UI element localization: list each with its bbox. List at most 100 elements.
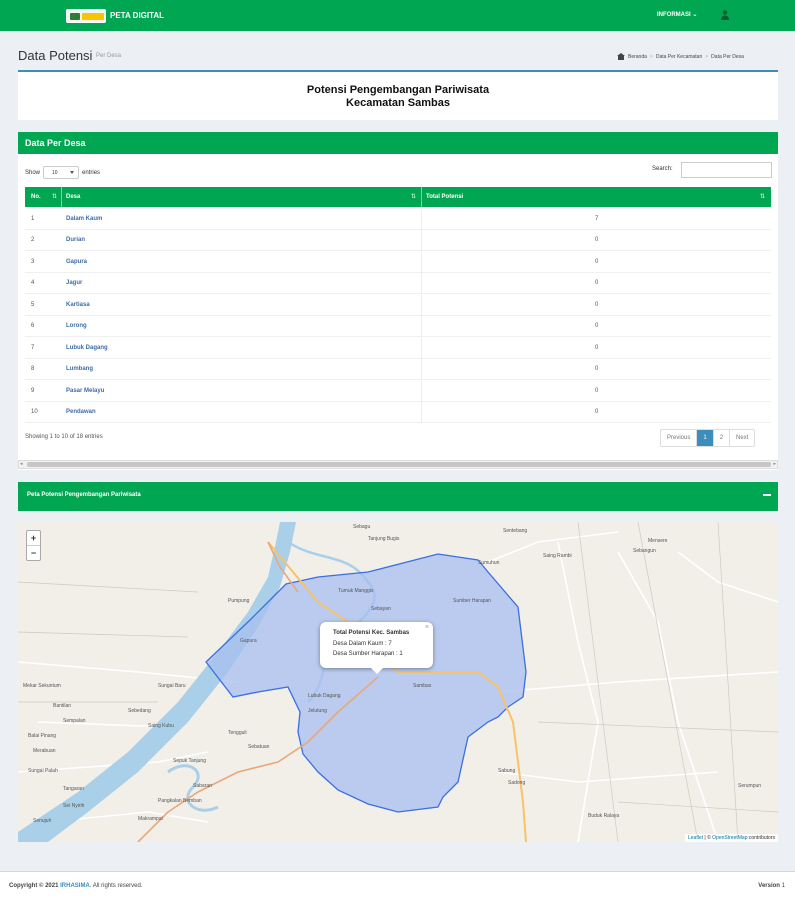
table-row: 9 Pasar Melayu 0 [25, 381, 771, 402]
page-1-button[interactable]: 1 [697, 430, 714, 446]
page-subtitle: Per Desa [96, 53, 122, 59]
map-label: Bantilan [53, 703, 71, 709]
top-navbar: PETA DIGITAL INFORMASI ⌄ [0, 0, 795, 31]
version-label: Version [758, 883, 780, 889]
total-potensi: 0 [595, 388, 599, 394]
close-icon[interactable]: × [425, 624, 429, 631]
map-label: Mensere [648, 538, 668, 544]
column-header-desa[interactable]: Desa [66, 194, 80, 200]
banner-title: Potensi Pengembangan Pariwisata [306, 84, 490, 96]
map-label: Sei Nyirih [63, 803, 85, 809]
map-label: Sentebang [503, 528, 527, 534]
attribution-separator: | © [703, 835, 713, 841]
horizontal-scrollbar[interactable]: ◂ ▸ [18, 460, 778, 469]
map-label: Gapura [240, 638, 257, 644]
desa-link[interactable]: Lubuk Dagang [66, 345, 108, 351]
desa-link[interactable]: Durian [66, 237, 85, 243]
row-number: 1 [31, 216, 35, 222]
show-label: Show [25, 169, 41, 176]
breadcrumb-desa: Data Per Desa [711, 53, 744, 60]
breadcrumb: Beranda > Data Per Kecamatan > Data Per … [617, 53, 744, 60]
version: Version 1 [758, 883, 785, 889]
scrollbar-thumb[interactable] [27, 462, 771, 467]
sort-icon[interactable]: ⇅ [760, 193, 765, 200]
osm-link[interactable]: OpenStreetMap [712, 835, 747, 841]
row-number: 3 [31, 259, 35, 265]
page-title: Data Potensi [18, 48, 93, 63]
brand-link[interactable]: IRHASIMA [60, 883, 90, 889]
map-label: Pangkalan Bemban [158, 798, 202, 804]
informasi-menu[interactable]: INFORMASI ⌄ [657, 11, 697, 18]
total-potensi: 0 [595, 259, 599, 265]
total-potensi: 0 [595, 323, 599, 329]
banner-box: Potensi Pengembangan Pariwisata Kecamata… [18, 70, 778, 120]
map-label: Buduk Ralaya [588, 813, 619, 819]
desa-link[interactable]: Lumbang [66, 366, 93, 372]
popup-line: Desa Sumber Harapan : 1 [333, 651, 403, 657]
app-name[interactable]: PETA DIGITAL [110, 11, 164, 20]
desa-link[interactable]: Kartiasa [66, 302, 90, 308]
map-label: Sepuk Tanjung [173, 758, 206, 764]
desa-link[interactable]: Jagur [66, 280, 82, 286]
map-label: Sempalan [63, 718, 86, 724]
breadcrumb-home[interactable]: Beranda [628, 54, 647, 60]
row-number: 7 [31, 345, 35, 351]
map-label: Balai Pinang [28, 733, 56, 739]
table-row: 3 Gapura 0 [25, 252, 771, 273]
table-row: 1 Dalam Kaum 7 [25, 209, 771, 230]
entries-select[interactable]: 10 [43, 166, 80, 179]
zoom-out-button[interactable]: − [27, 546, 40, 561]
total-potensi: 0 [595, 409, 599, 415]
next-button[interactable]: Next [730, 430, 754, 446]
map-label: Makrampai [138, 816, 163, 822]
app-logo[interactable] [66, 9, 106, 23]
column-divider [61, 187, 62, 207]
breadcrumb-separator: > [649, 53, 653, 60]
desa-link[interactable]: Lorong [66, 323, 87, 329]
page-2-button[interactable]: 2 [714, 430, 731, 446]
collapse-icon[interactable] [763, 494, 771, 496]
leaflet-map[interactable]: Sebagu Tanjung Bugis Gapura Sebayan Pump… [18, 522, 778, 842]
previous-button[interactable]: Previous [661, 430, 698, 446]
map-label: Jelutung [308, 708, 327, 714]
version-value: 1 [781, 883, 785, 889]
table-row: 7 Lubuk Dagang 0 [25, 338, 771, 359]
map-popup: × Total Potensi Kec. Sambas Desa Dalam K… [320, 622, 433, 674]
desa-link[interactable]: Gapura [66, 259, 87, 265]
box-header: Data Per Desa [18, 132, 778, 154]
map-label: Pumpung [228, 598, 250, 604]
desa-link[interactable]: Pasar Melayu [66, 388, 104, 394]
home-icon [617, 53, 625, 60]
total-potensi: 7 [595, 216, 599, 222]
user-icon[interactable] [720, 9, 730, 21]
table-row: 2 Durian 0 [25, 230, 771, 251]
scroll-left-icon[interactable]: ◂ [20, 461, 23, 467]
sort-icon[interactable]: ⇅ [411, 193, 416, 200]
table-row: 5 Kartiasa 0 [25, 295, 771, 316]
map-label: Sebedang [128, 708, 151, 714]
desa-link[interactable]: Dalam Kaum [66, 216, 102, 222]
leaflet-link[interactable]: Leaflet [688, 835, 703, 841]
map-label: Serumpun [738, 783, 761, 789]
map-attribution: Leaflet | © OpenStreetMap contributors [685, 834, 778, 842]
scroll-right-icon[interactable]: ▸ [773, 461, 776, 467]
breadcrumb-kecamatan[interactable]: Data Per Kecamatan [656, 54, 702, 60]
column-divider [421, 187, 422, 207]
table-row: 8 Lumbang 0 [25, 359, 771, 380]
row-number: 6 [31, 323, 35, 329]
sort-asc-icon[interactable]: ⇅ [52, 193, 57, 200]
map-label: Merabuan [33, 748, 56, 754]
column-header-no[interactable]: No. [31, 194, 41, 200]
search-input[interactable] [681, 162, 772, 178]
desa-link[interactable]: Pendawan [66, 409, 96, 415]
zoom-in-button[interactable]: + [27, 531, 40, 546]
map-label: Sambas [413, 683, 432, 689]
column-header-total-potensi[interactable]: Total Potensi [426, 194, 463, 200]
copyright-suffix: . All rights reserved. [89, 883, 143, 889]
popup-line: Desa Dalam Kaum : 7 [333, 641, 392, 647]
attribution-suffix: contributors [747, 835, 775, 841]
total-potensi: 0 [595, 302, 599, 308]
row-number: 5 [31, 302, 35, 308]
map-label: Tumuk Manggis [338, 588, 374, 594]
total-potensi: 0 [595, 366, 599, 372]
